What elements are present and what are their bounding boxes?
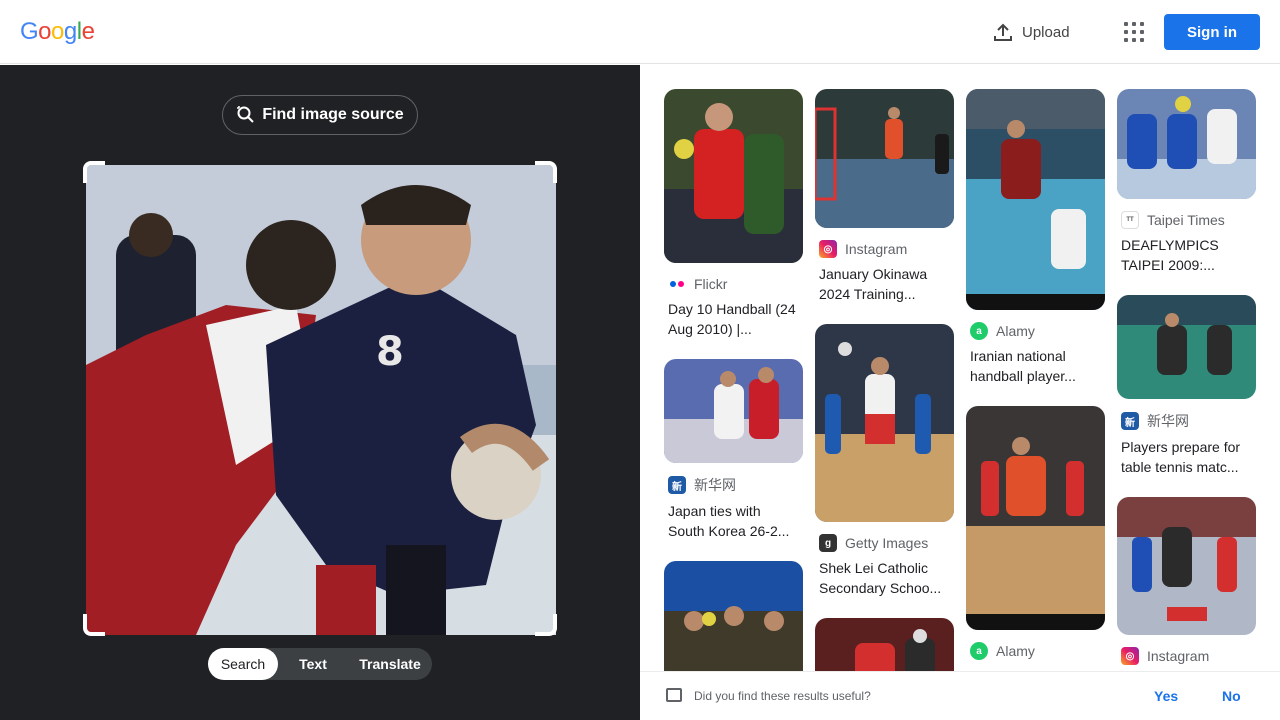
tab-search[interactable]: Search — [208, 648, 278, 680]
result-thumbnail[interactable] — [966, 406, 1105, 630]
upload-label: Upload — [1022, 23, 1070, 41]
logo-letter: g — [63, 18, 77, 45]
find-image-source-button[interactable]: Find image source — [222, 95, 418, 135]
flickr-icon — [668, 275, 686, 293]
result-source: Alamy — [996, 323, 1035, 339]
logo-letter: o — [51, 18, 64, 45]
result-source: 新华网 — [1147, 413, 1189, 429]
result-title[interactable]: DEAFLYMPICS TAIPEI 2009:... — [1121, 235, 1252, 275]
result-source: Taipei Times — [1147, 212, 1225, 228]
upload-icon — [994, 23, 1012, 41]
svg-text:8: 8 — [376, 329, 404, 375]
result-source: Flickr — [694, 276, 728, 292]
result-title[interactable]: Japan ties with South Korea 26-2... — [668, 501, 799, 541]
result-thumbnail[interactable] — [1117, 295, 1256, 399]
result-title[interactable]: Players prepare for table tennis matc... — [1121, 437, 1252, 477]
result-source: Getty Images — [845, 535, 929, 551]
instagram-icon: ◎ — [819, 240, 837, 258]
results-column: Flickr Day 10 Handball (24 Aug 2010) |..… — [664, 89, 803, 671]
result-title[interactable]: Shek Lei Catholic Secondary Schoo... — [819, 558, 950, 598]
lens-query-pane: Find image source 8 Search Text Translat… — [0, 65, 640, 720]
result-thumbnail[interactable] — [966, 89, 1105, 310]
result-thumbnail[interactable] — [815, 324, 954, 522]
tab-text[interactable]: Text — [278, 648, 348, 680]
crop-handle-top-right[interactable] — [535, 161, 557, 183]
upload-button[interactable]: Upload — [992, 20, 1070, 44]
result-thumbnail[interactable] — [664, 561, 803, 671]
taipei-times-icon: TT — [1121, 211, 1139, 229]
result-thumbnail[interactable] — [815, 89, 954, 228]
logo-letter: G — [20, 18, 39, 45]
lens-search-icon — [237, 106, 255, 123]
xinhua-icon: 新 — [668, 476, 686, 494]
result-source: Alamy — [996, 643, 1035, 659]
sign-in-button[interactable]: Sign in — [1164, 14, 1260, 50]
feedback-question: Did you find these results useful? — [694, 689, 871, 703]
find-image-source-label: Find image source — [262, 106, 404, 123]
result-card[interactable]: 新新华网 Japan ties with South Korea 26-2... — [664, 359, 803, 541]
google-logo[interactable]: Google — [20, 18, 95, 46]
crop-handle-top-left[interactable] — [83, 161, 105, 183]
result-thumbnail[interactable] — [664, 359, 803, 463]
tab-translate[interactable]: Translate — [348, 648, 432, 680]
result-card[interactable]: 新新华网 Players prepare for table tennis ma… — [1117, 295, 1256, 477]
result-card[interactable] — [815, 618, 954, 671]
results-column: a Alamy Iranian national handball player.… — [966, 89, 1105, 666]
result-thumbnail[interactable] — [1117, 89, 1256, 199]
result-card[interactable]: ◎ Instagram January Okinawa 2024 Training… — [815, 89, 954, 304]
lens-mode-tabs: Search Text Translate — [208, 648, 432, 680]
result-title[interactable]: Day 10 Handball (24 Aug 2010) |... — [668, 299, 799, 339]
logo-letter: e — [81, 18, 95, 45]
feedback-bar: Did you find these results useful? Yes N… — [640, 671, 1280, 720]
result-card[interactable]: ◎ Instagram — [1117, 497, 1256, 665]
result-source: 新华网 — [694, 477, 736, 493]
results-column: ◎ Instagram January Okinawa 2024 Training… — [815, 89, 954, 671]
feedback-yes-button[interactable]: Yes — [1154, 688, 1178, 704]
crop-handle-bottom-left[interactable] — [83, 614, 105, 636]
result-title[interactable]: Iranian national handball player... — [970, 346, 1101, 386]
apps-grid-icon[interactable] — [1120, 20, 1144, 44]
results-pane: Flickr Day 10 Handball (24 Aug 2010) |..… — [640, 65, 1280, 671]
feedback-no-button[interactable]: No — [1222, 688, 1241, 704]
xinhua-icon: 新 — [1121, 412, 1139, 430]
result-card[interactable]: a Alamy Iranian national handball player.… — [966, 89, 1105, 386]
query-image[interactable]: 8 — [86, 165, 556, 635]
result-source: Instagram — [1147, 648, 1210, 664]
alamy-icon: a — [970, 642, 988, 660]
result-card[interactable]: Flickr Day 10 Handball (24 Aug 2010) |..… — [664, 89, 803, 339]
logo-letter: o — [38, 18, 52, 45]
result-card[interactable]: g Getty Images Shek Lei Catholic Secondar… — [815, 324, 954, 598]
result-card[interactable] — [664, 561, 803, 671]
alamy-icon: a — [970, 322, 988, 340]
feedback-icon — [666, 688, 682, 702]
results-column: TT Taipei Times DEAFLYMPICS TAIPEI 2009:.… — [1117, 89, 1256, 671]
result-thumbnail[interactable] — [664, 89, 803, 263]
getty-icon: g — [819, 534, 837, 552]
result-card[interactable]: TT Taipei Times DEAFLYMPICS TAIPEI 2009:.… — [1117, 89, 1256, 275]
result-thumbnail[interactable] — [815, 618, 954, 671]
result-card[interactable]: a Alamy — [966, 406, 1105, 660]
result-thumbnail[interactable] — [1117, 497, 1256, 635]
crop-handle-bottom-right[interactable] — [535, 614, 557, 636]
instagram-icon: ◎ — [1121, 647, 1139, 665]
top-bar: Google Upload Sign in — [0, 0, 1280, 64]
result-source: Instagram — [845, 241, 908, 257]
result-title[interactable]: January Okinawa 2024 Training... — [819, 264, 950, 304]
